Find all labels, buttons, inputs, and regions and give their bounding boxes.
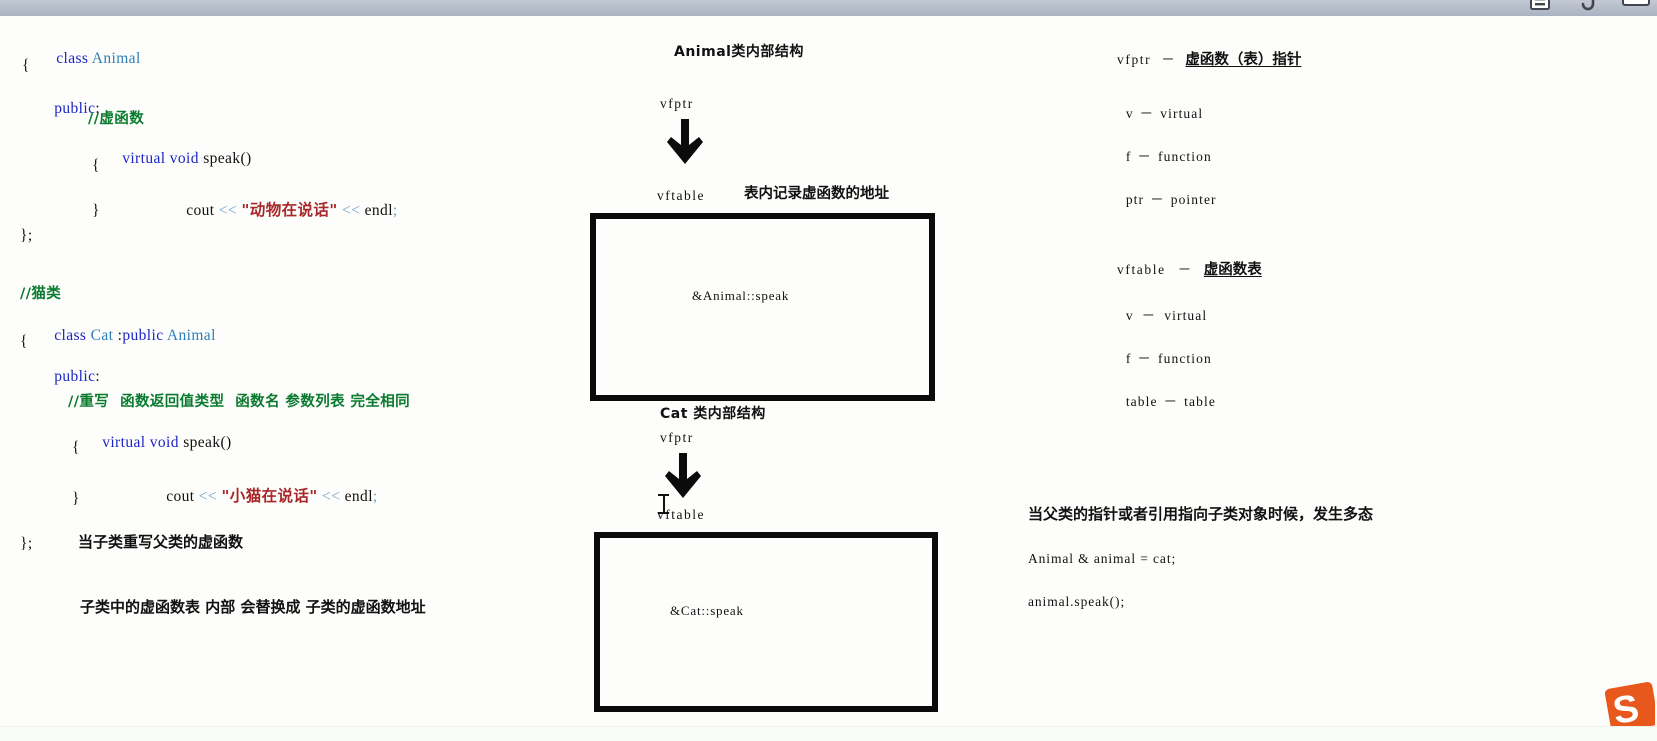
label-vfptr-cat: vfptr [660, 430, 694, 445]
legend-part: v － virtual [1090, 292, 1207, 339]
note-vftable-contents: 表内记录虚函数的地址 [744, 186, 889, 202]
snagit-logo-icon: S [1597, 670, 1657, 733]
code-comment: //虚函数 [88, 111, 145, 127]
legend-part-word: pointer [1170, 191, 1217, 207]
note-override: 当子类重写父类的虚函数 [78, 533, 244, 551]
code-line: { [22, 57, 30, 74]
legend-part-abbr: v [1125, 307, 1134, 323]
legend-part: v － virtual [1090, 90, 1203, 137]
legend-vftable-title: vftable － 虚函数表 [1090, 246, 1262, 294]
polymorphism-code-line: Animal & animal = cat; [1028, 551, 1177, 566]
legend-part-dash: － [1139, 105, 1155, 121]
polymorphism-code-line: animal.speak(); [1028, 594, 1126, 609]
diagram-title-cat: Cat 类内部结构 [660, 406, 766, 422]
legend-part-word: function [1158, 350, 1212, 366]
code-line: } [72, 490, 80, 507]
legend-part-abbr: table [1125, 393, 1158, 409]
legend-part-word: function [1158, 148, 1212, 164]
legend-meaning: 虚函数表 [1203, 261, 1262, 278]
legend-term: vfptr [1117, 51, 1152, 67]
legend-term: vftable [1117, 261, 1166, 277]
down-arrow-icon [660, 119, 708, 172]
code-line: virtual void speak() [102, 434, 232, 451]
legend-part-abbr: v [1125, 105, 1134, 121]
label-vfptr-animal: vfptr [660, 96, 694, 111]
document-canvas: class Animal { public: //虚函数 virtual voi… [0, 16, 1657, 733]
code-line: }; [20, 535, 33, 552]
save-icon[interactable] [1525, 0, 1555, 16]
label-vftable-cat: vftable [657, 507, 705, 522]
minimize-icon[interactable] [1621, 0, 1651, 16]
code-line: { [72, 439, 80, 456]
diagram-title-animal: Animal类内部结构 [674, 44, 804, 60]
legend-part: f － function [1090, 133, 1212, 180]
legend-part-dash: － [1137, 350, 1153, 366]
code-line: cout << "动物在说话" << endl; [186, 201, 398, 219]
legend-part-dash: － [1137, 148, 1153, 164]
code-line: }; [20, 227, 33, 244]
label-vftable-animal: vftable [657, 188, 705, 203]
code-line: cout << "小猫在说话" << endl; [166, 487, 378, 505]
vftable-entry-animal: &Animal::speak [692, 288, 790, 303]
screen-capture: class Animal { public: //虚函数 virtual voi… [0, 0, 1657, 741]
legend-dash: － [1177, 261, 1192, 277]
code-line: virtual void speak() [122, 150, 252, 167]
legend-vfptr-title: vfptr － 虚函数（表）指针 [1090, 36, 1301, 84]
vftable-box-animal: &Animal::speak [590, 213, 935, 401]
code-line: class Animal [56, 50, 141, 67]
code-comment: //猫类 [20, 286, 62, 302]
note-vtable-replace: 子类中的虚函数表 内部 会替换成 子类的虚函数地址 [80, 598, 426, 616]
legend-part-word: virtual [1164, 307, 1208, 323]
legend-part: table － table [1090, 378, 1216, 425]
legend-part-dash: － [1141, 307, 1157, 323]
code-line: } [92, 202, 100, 219]
code-line: { [20, 333, 28, 350]
polymorphism-statement: 当父类的指针或者引用指向子类对象时候，发生多态 [1028, 505, 1374, 523]
legend-part: ptr － pointer [1090, 176, 1217, 223]
legend-part-abbr: ptr [1125, 191, 1145, 207]
legend-meaning: 虚函数（表）指针 [1185, 51, 1302, 68]
vftable-box-cat: &Cat::speak [594, 532, 938, 712]
legend-part-dash: － [1163, 393, 1179, 409]
code-comment: //重写 函数返回值类型 函数名 参数列表 完全相同 [68, 394, 411, 410]
legend-part-dash: － [1150, 191, 1165, 207]
page-bottom-edge [0, 726, 1657, 741]
window-toolbar [0, 0, 1657, 17]
legend-part: f － function [1090, 335, 1212, 382]
legend-part-word: table [1184, 393, 1216, 409]
vftable-entry-cat: &Cat::speak [670, 603, 744, 618]
legend-dash: － [1161, 51, 1176, 67]
undo-icon[interactable] [1573, 0, 1603, 16]
legend-part-word: virtual [1160, 105, 1204, 121]
code-line: { [92, 157, 100, 174]
toolbar-icon-group [1525, 0, 1651, 16]
